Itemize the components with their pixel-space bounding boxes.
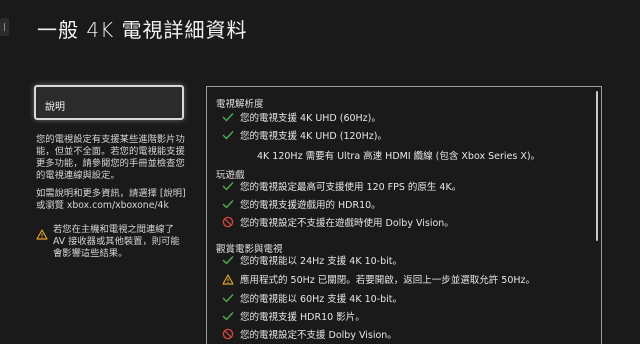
list-item: 您的電視支援 HDR10 影片。 — [221, 308, 365, 324]
item-text: 您的電視設定不支援在遊戲時使用 Dolby Vision。 — [240, 218, 454, 229]
item-text: 您的電視設定最高可支援使用 120 FPS 的原生 4K。 — [240, 182, 462, 193]
page-title: 一般 4K 電視詳細資料 — [37, 18, 248, 42]
check-icon — [221, 310, 235, 322]
list-item: 您的電視能以 24Hz 支援 4K 10-bit。 — [221, 252, 402, 268]
item-text: 您的電視支援 HDR10 影片。 — [240, 312, 365, 323]
list-item: 您的電視支援 4K UHD (60Hz)。 — [221, 109, 381, 125]
warning-icon — [36, 225, 48, 244]
check-icon — [221, 198, 235, 210]
list-item: 您的電視設定不支援在遊戲時使用 Dolby Vision。 — [221, 214, 454, 230]
edge-handle — [0, 18, 9, 36]
check-icon — [221, 254, 235, 266]
item-text: 您的電視設定不支援 Dolby Vision。 — [240, 330, 397, 341]
section-resolution: 電視解析度 — [216, 99, 264, 110]
item-text: 您的電視支援遊戲用的 HDR10。 — [240, 200, 381, 211]
list-item: 您的電視設定最高可支援使用 120 FPS 的原生 4K。 — [221, 178, 461, 194]
list-item: 您的電視支援 4K UHD (120Hz)。 — [221, 127, 387, 143]
help-info: 如需說明和更多資訊，請選擇 [說明] 或瀏覽 xbox.com/xboxone/… — [36, 188, 186, 211]
details-panel[interactable]: 電視解析度 您的電視支援 4K UHD (60Hz)。 您的電視支援 4K UH… — [206, 86, 602, 344]
item-text: 您的電視支援 4K UHD (60Hz)。 — [240, 113, 381, 124]
support-description: 您的電視設定有支援某些進階影片功能，但並不全面。若您的電視能支援更多功能，請參閱… — [36, 134, 185, 181]
item-text: 您的電視能以 24Hz 支援 4K 10-bit。 — [240, 256, 402, 267]
warning-icon — [221, 273, 235, 285]
explain-button[interactable]: 說明 — [34, 85, 184, 120]
check-icon — [221, 180, 235, 192]
list-item: 您的電視設定不支援 Dolby Vision。 — [221, 326, 397, 342]
blocked-icon — [221, 328, 235, 340]
list-item: 您的電視能以 60Hz 支援 4K 10-bit。 — [221, 290, 402, 306]
item-text: 您的電視支援 4K UHD (120Hz)。 — [240, 131, 387, 142]
warning-text: 若您在主機和電視之間連線了 AV 接收器或其他裝置，則可能會影響這些結果。 — [53, 224, 180, 259]
hdmi-cable-note: 4K 120Hz 需要有 Ultra 高速 HDMI 纜線 (包含 Xbox S… — [257, 151, 541, 162]
check-icon — [221, 129, 235, 141]
scrollbar[interactable] — [596, 91, 598, 241]
blocked-icon — [221, 216, 235, 228]
list-item: 應用程式的 50Hz 已關閉。若要開啟，返回上一步並選取允許 50Hz。 — [221, 271, 535, 287]
item-text: 應用程式的 50Hz 已關閉。若要開啟，返回上一步並選取允許 50Hz。 — [240, 275, 535, 286]
item-text: 您的電視能以 60Hz 支援 4K 10-bit。 — [240, 294, 402, 305]
check-icon — [221, 111, 235, 123]
check-icon — [221, 292, 235, 304]
list-item: 您的電視支援遊戲用的 HDR10。 — [221, 196, 381, 212]
av-receiver-warning: 若您在主機和電視之間連線了 AV 接收器或其他裝置，則可能會影響這些結果。 — [36, 224, 188, 260]
